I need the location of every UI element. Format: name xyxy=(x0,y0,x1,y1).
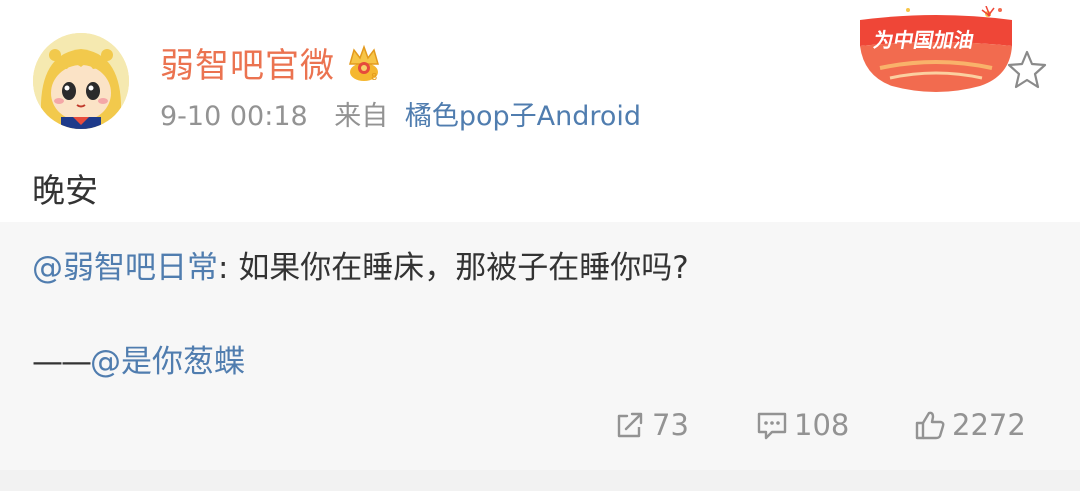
source-link[interactable]: 橘色pop子Android xyxy=(405,101,641,132)
svg-text:8: 8 xyxy=(371,72,377,82)
post-divider xyxy=(0,470,1080,491)
avatar[interactable] xyxy=(33,33,129,129)
source-label: 来自 xyxy=(334,101,389,132)
badge-text: 为中国加油 xyxy=(871,28,976,52)
username[interactable]: 弱智吧官微 xyxy=(160,38,335,87)
weibo-post: 弱智吧官微 8 9-10 00:18 来自 橘色pop子Android 为中国加… xyxy=(0,0,1080,491)
retweet-attribution: ——@是你葱蝶 xyxy=(32,336,245,381)
comment-button[interactable]: 108 xyxy=(756,402,849,448)
post-text: 晚安 xyxy=(32,171,98,210)
crown-icon[interactable]: 8 xyxy=(345,42,383,82)
post-meta: 9-10 00:18 来自 橘色pop子Android xyxy=(160,94,641,133)
fireworks-badge-icon xyxy=(860,6,1012,92)
comment-icon xyxy=(757,412,787,440)
like-count: 2272 xyxy=(952,408,1026,442)
retweet-text: @弱智吧日常: 如果你在睡床，那被子在睡你吗? xyxy=(32,242,689,287)
retweet-mention[interactable]: @弱智吧日常 xyxy=(32,250,218,286)
cheer-badge: 为中国加油 xyxy=(860,6,1012,102)
retweet-content: 如果你在睡床，那被子在睡你吗? xyxy=(238,250,689,286)
repost-icon xyxy=(617,412,643,438)
action-bar: 73 108 2272 xyxy=(0,402,1080,448)
attribution-dash: —— xyxy=(32,344,92,380)
retweet-separator: : xyxy=(218,250,239,286)
attribution-mention[interactable]: @是你葱蝶 xyxy=(90,344,245,380)
like-button[interactable]: 2272 xyxy=(914,402,1026,448)
repost-button[interactable]: 73 xyxy=(614,402,689,448)
star-icon[interactable] xyxy=(1006,49,1048,89)
repost-count: 73 xyxy=(652,408,689,442)
username-row: 弱智吧官微 8 xyxy=(160,38,383,86)
retweet-card[interactable]: @弱智吧日常: 如果你在睡床，那被子在睡你吗? ——@是你葱蝶 73 108 2… xyxy=(0,222,1080,470)
thumbs-up-icon xyxy=(915,411,945,440)
comment-count: 108 xyxy=(794,408,850,442)
post-time: 9-10 00:18 xyxy=(160,101,308,132)
pop-team-epic-girl-avatar-icon xyxy=(33,33,129,129)
